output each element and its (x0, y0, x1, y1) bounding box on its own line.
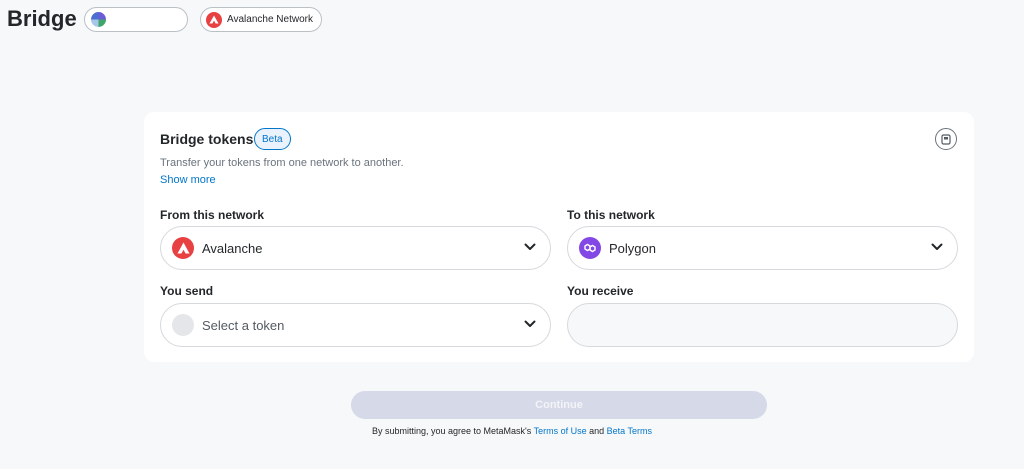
chevron-down-icon (524, 243, 536, 250)
avalanche-icon (206, 11, 222, 28)
continue-button[interactable]: Continue (351, 391, 767, 419)
you-send-label: You send (160, 284, 214, 298)
token-select-placeholder: Select a token (202, 317, 285, 333)
chevron-down-icon (524, 320, 536, 327)
from-network-label: From this network (160, 208, 265, 222)
account-avatar-icon (91, 12, 106, 27)
card-title: Bridge tokens (160, 131, 254, 147)
to-network-value: Polygon (609, 240, 656, 256)
bridge-card: Bridge tokens Beta Transfer your tokens … (144, 112, 974, 362)
receive-amount-field (567, 303, 958, 347)
to-network-label: To this network (567, 208, 655, 222)
account-picker[interactable] (84, 7, 188, 32)
top-bar: Bridge Avalanche Network (0, 0, 1024, 40)
from-network-value: Avalanche (202, 240, 263, 256)
beta-terms-link[interactable]: Beta Terms (607, 426, 652, 436)
avalanche-icon (172, 237, 194, 259)
you-receive-label: You receive (567, 284, 634, 298)
to-network-select[interactable]: Polygon (567, 226, 958, 270)
polygon-icon (579, 237, 601, 259)
chevron-down-icon (931, 243, 943, 250)
card-description: Transfer your tokens from one network to… (160, 157, 404, 169)
from-network-select[interactable]: Avalanche (160, 226, 551, 270)
token-placeholder-icon (172, 314, 194, 336)
bookmark-button[interactable] (935, 128, 957, 150)
terms-and: and (589, 426, 605, 436)
network-picker[interactable]: Avalanche Network (200, 7, 322, 32)
terms-of-use-link[interactable]: Terms of Use (534, 426, 587, 436)
page-title: Bridge (7, 6, 77, 31)
beta-badge: Beta (254, 128, 291, 150)
show-more-link[interactable]: Show more (160, 174, 216, 186)
network-picker-label: Avalanche Network (227, 14, 313, 25)
terms-prefix: By submitting, you agree to MetaMask's (371, 426, 532, 436)
bookmark-icon (941, 133, 951, 145)
terms-notice: By submitting, you agree to MetaMask's T… (0, 426, 1024, 436)
token-select[interactable]: Select a token (160, 303, 551, 347)
